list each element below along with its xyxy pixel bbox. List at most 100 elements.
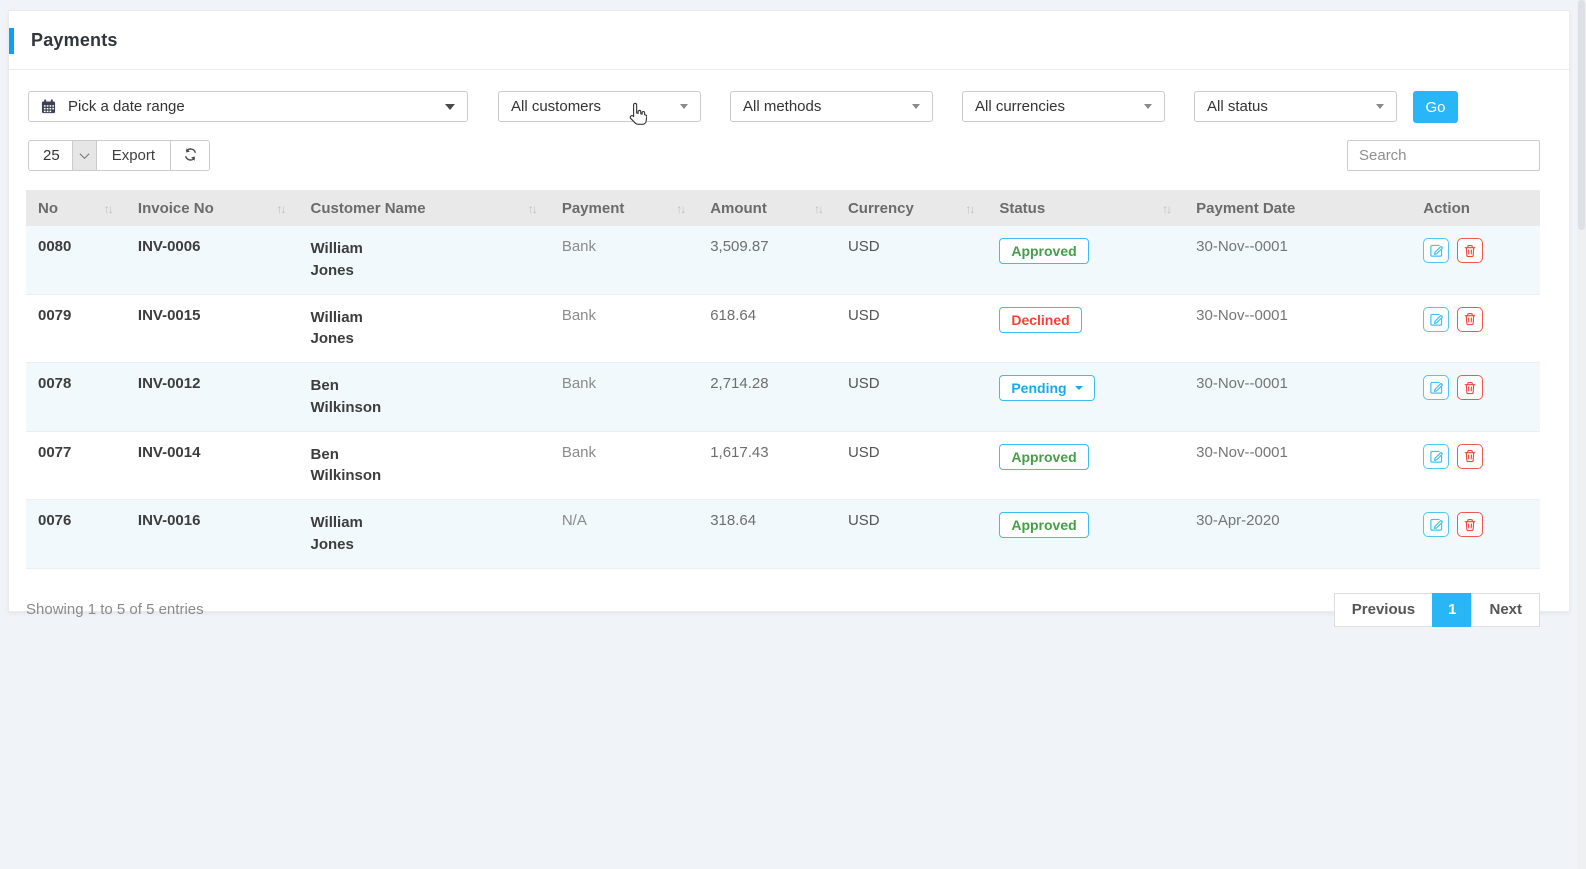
sort-icon[interactable]: ↑↓ — [528, 202, 538, 216]
cell-amount: 318.64 — [698, 500, 836, 569]
cell-status: Declined — [987, 294, 1184, 363]
cell-payment-date: 30-Nov--0001 — [1184, 363, 1411, 432]
cell-customer-name: Ben Wilkinson — [299, 363, 550, 432]
column-header-no[interactable]: No ↑↓ — [26, 190, 126, 226]
table-row: 0076 INV-0016 William Jones N/A 318.64 U… — [26, 500, 1540, 569]
next-page-button[interactable]: Next — [1471, 593, 1540, 627]
page-title: Payments — [31, 30, 118, 51]
cell-status: Approved — [987, 226, 1184, 294]
cell-currency: USD — [836, 431, 987, 500]
cell-invoice-no: INV-0006 — [126, 226, 299, 294]
chevron-down-icon — [912, 104, 920, 109]
payments-table-wrap: No ↑↓ Invoice No ↑↓ Customer Name ↑↓ Pay… — [26, 190, 1540, 569]
edit-button[interactable] — [1423, 375, 1449, 400]
table-row: 0077 INV-0014 Ben Wilkinson Bank 1,617.4… — [26, 431, 1540, 500]
go-button[interactable]: Go — [1413, 91, 1458, 123]
column-header-payment[interactable]: Payment ↑↓ — [550, 190, 698, 226]
customers-filter[interactable]: All customers — [498, 91, 701, 122]
currencies-filter-value: All currencies — [975, 98, 1065, 115]
edit-button[interactable] — [1423, 512, 1449, 537]
sort-icon[interactable]: ↑↓ — [965, 202, 975, 216]
cell-payment-method: Bank — [550, 363, 698, 432]
delete-button[interactable] — [1457, 375, 1483, 400]
status-badge[interactable]: Pending — [999, 375, 1094, 401]
date-range-picker[interactable]: Pick a date range — [28, 91, 468, 122]
export-button[interactable]: Export — [96, 141, 170, 170]
cell-invoice-no: INV-0012 — [126, 363, 299, 432]
edit-button[interactable] — [1423, 444, 1449, 469]
refresh-button[interactable] — [170, 141, 209, 170]
column-header-payment-date[interactable]: Payment Date — [1184, 190, 1411, 226]
cell-payment-date: 30-Apr-2020 — [1184, 500, 1411, 569]
column-header-currency[interactable]: Currency ↑↓ — [836, 190, 987, 226]
status-badge[interactable]: Approved — [999, 512, 1088, 538]
cell-no: 0079 — [26, 294, 126, 363]
cell-status: Approved — [987, 431, 1184, 500]
card-footer: Showing 1 to 5 of 5 entries Previous 1 N… — [26, 593, 1540, 627]
table-row: 0080 INV-0006 William Jones Bank 3,509.8… — [26, 226, 1540, 294]
cell-amount: 618.64 — [698, 294, 836, 363]
chevron-down-icon — [1376, 104, 1384, 109]
edit-button[interactable] — [1423, 238, 1449, 263]
cell-currency: USD — [836, 294, 987, 363]
page-1-button[interactable]: 1 — [1432, 593, 1472, 627]
customers-filter-value: All customers — [511, 98, 601, 115]
sort-icon[interactable]: ↑↓ — [104, 202, 114, 216]
currencies-filter[interactable]: All currencies — [962, 91, 1165, 122]
column-header-customer-name[interactable]: Customer Name ↑↓ — [299, 190, 550, 226]
cell-no: 0077 — [26, 431, 126, 500]
cell-payment-method: N/A — [550, 500, 698, 569]
cell-customer-name: Ben Wilkinson — [299, 431, 550, 500]
cell-customer-name: William Jones — [299, 294, 550, 363]
delete-button[interactable] — [1457, 512, 1483, 537]
cell-amount: 3,509.87 — [698, 226, 836, 294]
status-badge[interactable]: Declined — [999, 307, 1081, 333]
sort-icon[interactable]: ↑↓ — [676, 202, 686, 216]
sort-icon[interactable]: ↑↓ — [1162, 202, 1172, 216]
chevron-down-icon — [445, 104, 455, 110]
cell-no: 0076 — [26, 500, 126, 569]
edit-icon — [1429, 243, 1444, 258]
delete-button[interactable] — [1457, 444, 1483, 469]
cell-invoice-no: INV-0016 — [126, 500, 299, 569]
sort-icon[interactable]: ↑↓ — [814, 202, 824, 216]
cell-action — [1411, 226, 1540, 294]
status-badge[interactable]: Approved — [999, 444, 1088, 470]
column-header-invoice-no[interactable]: Invoice No ↑↓ — [126, 190, 299, 226]
cell-status: Pending — [987, 363, 1184, 432]
pagination: Previous 1 Next — [1335, 593, 1540, 627]
cell-currency: USD — [836, 226, 987, 294]
edit-icon — [1429, 312, 1444, 327]
chevron-down-icon — [72, 141, 96, 170]
page-size-select[interactable]: 25 — [29, 141, 96, 170]
card-header: Payments — [9, 11, 1569, 70]
edit-icon — [1429, 380, 1444, 395]
cell-payment-method: Bank — [550, 226, 698, 294]
status-filter[interactable]: All status — [1194, 91, 1397, 122]
previous-page-button[interactable]: Previous — [1334, 593, 1433, 627]
column-header-amount[interactable]: Amount ↑↓ — [698, 190, 836, 226]
edit-icon — [1429, 449, 1444, 464]
cell-payment-date: 30-Nov--0001 — [1184, 431, 1411, 500]
cell-payment-method: Bank — [550, 294, 698, 363]
page-size-value: 25 — [29, 147, 72, 164]
sort-icon[interactable]: ↑↓ — [277, 202, 287, 216]
cell-payment-date: 30-Nov--0001 — [1184, 226, 1411, 294]
cell-currency: USD — [836, 363, 987, 432]
cell-currency: USD — [836, 500, 987, 569]
table-toolbar-group: 25 Export — [28, 140, 210, 171]
column-header-action[interactable]: Action — [1411, 190, 1540, 226]
delete-button[interactable] — [1457, 238, 1483, 263]
vertical-scrollbar[interactable] — [1577, 0, 1586, 869]
scrollbar-thumb[interactable] — [1578, 0, 1585, 230]
delete-button[interactable] — [1457, 307, 1483, 332]
trash-icon — [1463, 518, 1477, 532]
edit-button[interactable] — [1423, 307, 1449, 332]
trash-icon — [1463, 449, 1477, 463]
search-input[interactable] — [1347, 140, 1540, 171]
column-header-status[interactable]: Status ↑↓ — [987, 190, 1184, 226]
cell-action — [1411, 431, 1540, 500]
status-badge[interactable]: Approved — [999, 238, 1088, 264]
methods-filter[interactable]: All methods — [730, 91, 933, 122]
trash-icon — [1463, 381, 1477, 395]
